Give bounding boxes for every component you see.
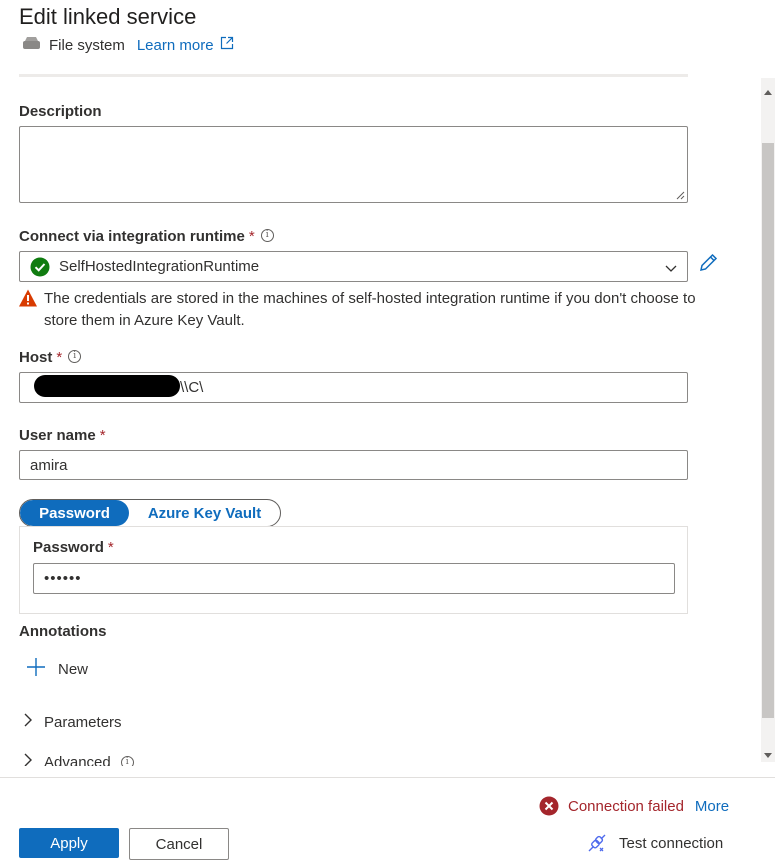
new-label: New [58,660,89,678]
username-label-text: User name [19,427,96,444]
host-label-text: Host [19,349,53,366]
error-circle-icon [539,796,559,816]
new-annotation-button[interactable]: New [26,657,88,681]
description-label: Description [19,103,102,120]
host-label: Host * i [19,349,82,366]
cancel-button[interactable]: Cancel [129,828,229,860]
info-icon[interactable]: i [68,350,82,363]
username-input[interactable]: amira [19,450,688,480]
plus-icon [26,657,46,681]
chevron-right-icon [22,713,34,731]
service-type: File system [49,36,125,54]
runtime-label-text: Connect via integration runtime [19,228,245,245]
toggle-azure-key-vault[interactable]: Azure Key Vault [129,500,280,526]
toggle-password[interactable]: Password [20,500,129,526]
more-link[interactable]: More [695,798,729,815]
advanced-expander[interactable]: Advanced i [22,753,134,766]
connection-status: Connection failed More [539,796,729,816]
host-value: \\C\ [180,379,204,396]
password-label-text: Password [33,539,104,556]
auth-type-toggle: Password Azure Key Vault [19,499,281,527]
test-connection-button[interactable]: Test connection [586,832,723,854]
footer-divider [0,777,775,778]
status-text: Connection failed [568,797,684,815]
resize-handle-icon[interactable] [675,190,685,200]
external-link-icon [220,36,234,54]
scroll-up-icon[interactable] [763,83,773,100]
username-label: User name * [19,427,106,444]
test-connection-label: Test connection [619,834,724,852]
learn-more-link[interactable]: Learn more [137,36,234,54]
service-type-row: File system Learn more [22,36,234,54]
required-mark: * [107,539,114,556]
runtime-value: SelfHostedIntegrationRuntime [59,258,260,275]
parameters-expander[interactable]: Parameters [22,713,122,731]
plug-icon [586,832,608,854]
redaction-mark [34,375,180,397]
warning-text: The credentials are stored in the machin… [44,290,696,329]
apply-button[interactable]: Apply [19,828,119,858]
scrollbar-thumb[interactable] [762,143,774,718]
description-field[interactable] [19,126,688,203]
chevron-right-icon [22,753,34,766]
pencil-icon[interactable] [697,252,719,278]
info-icon[interactable]: i [120,755,134,766]
username-value: amira [30,456,68,474]
page-title: Edit linked service [19,4,197,29]
password-label: Password * [33,539,114,556]
scroll-down-icon[interactable] [763,747,773,764]
annotations-label: Annotations [19,623,107,640]
header-divider [19,74,688,77]
password-value: •••••• [44,570,82,587]
credentials-warning: The credentials are stored in the machin… [18,288,698,332]
required-mark: * [56,349,63,366]
warning-icon [18,288,38,332]
advanced-label: Advanced [44,753,111,767]
password-input[interactable]: •••••• [33,563,675,594]
parameters-label: Parameters [44,713,122,731]
runtime-dropdown[interactable]: SelfHostedIntegrationRuntime [19,251,688,282]
check-circle-icon [30,257,50,277]
runtime-label: Connect via integration runtime * i [19,228,274,245]
drive-icon [22,36,41,54]
learn-more-label: Learn more [136,36,214,54]
required-mark: * [248,228,255,245]
required-mark: * [99,427,106,444]
chevron-down-icon [665,260,677,277]
advanced-clip: Advanced i [0,748,755,766]
info-icon[interactable]: i [260,229,274,242]
